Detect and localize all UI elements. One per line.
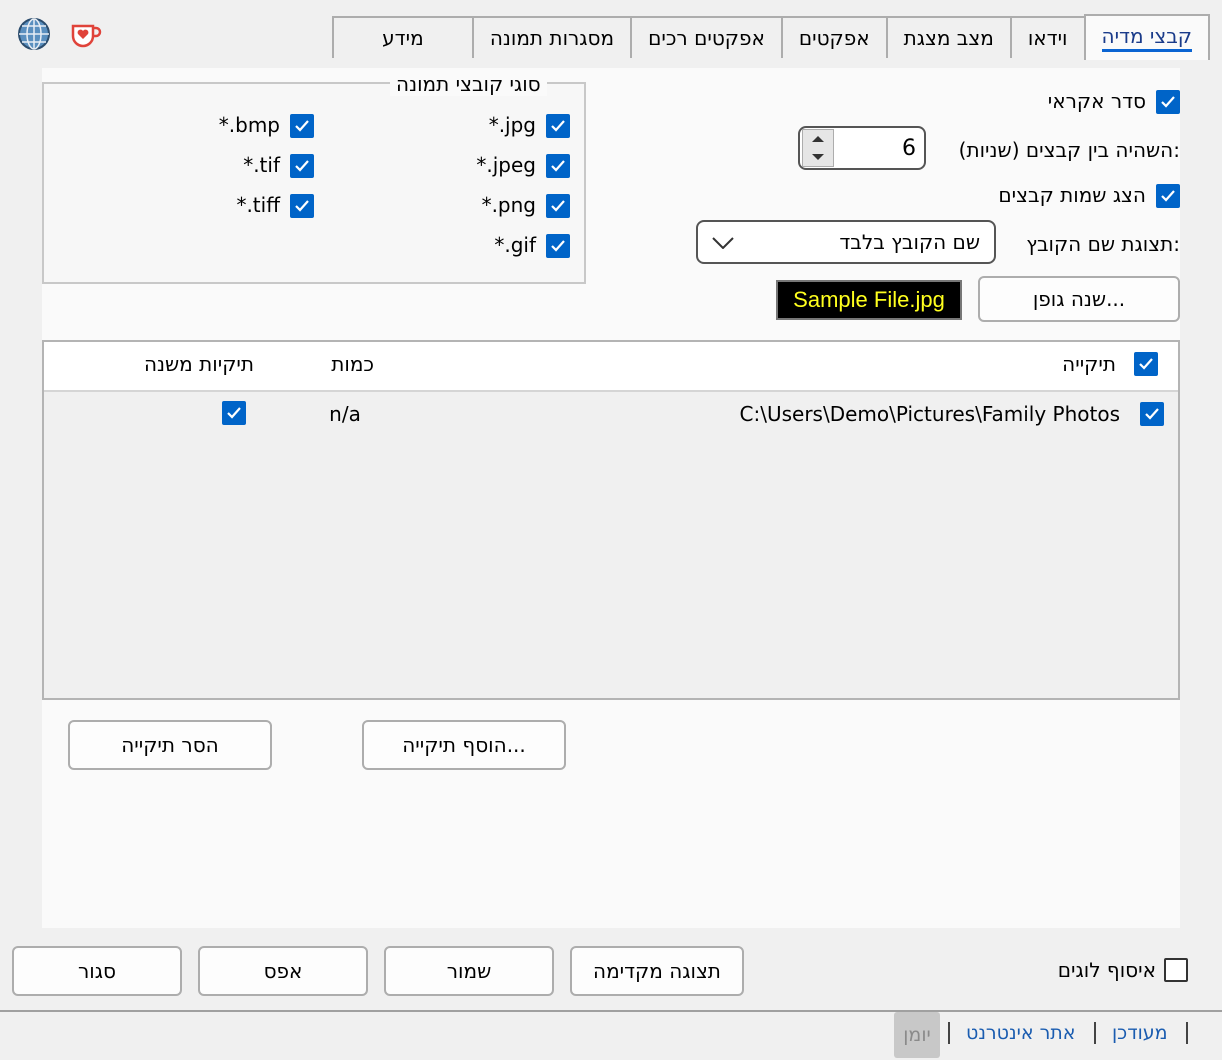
- footer-divider: [1094, 1022, 1096, 1044]
- tab-soft-effects[interactable]: אפקטים רכים: [630, 16, 783, 58]
- name-display-label: תצוגת שם הקובץ:: [1026, 232, 1180, 256]
- save-button[interactable]: שמור: [384, 946, 554, 996]
- folder-row-count: n/a: [329, 402, 361, 426]
- column-subfolders[interactable]: תיקיות משנה: [100, 352, 254, 376]
- type-gif-checkbox[interactable]: [546, 234, 570, 258]
- spin-up-icon[interactable]: [803, 130, 833, 148]
- footer-divider: [1186, 1022, 1188, 1044]
- file-types-title: סוגי קובצי תמונה: [390, 72, 547, 96]
- folder-row-checkbox[interactable]: [1140, 402, 1164, 426]
- name-display-value: שם הקובץ בלבד: [839, 230, 980, 254]
- tab-bar: קבצי מדיה וידאו מצב מצגת אפקטים אפקטים ר…: [332, 14, 1210, 60]
- spin-down-icon[interactable]: [803, 148, 833, 166]
- collect-logs-label: איסוף לוגים: [1057, 958, 1156, 982]
- type-tiff-label: *.tiff: [236, 193, 280, 217]
- remove-folder-button[interactable]: הסר תיקייה: [68, 720, 272, 770]
- type-jpeg-checkbox[interactable]: [546, 154, 570, 178]
- folder-list[interactable]: [42, 340, 1180, 700]
- random-order-label: סדר אקראי: [1047, 89, 1146, 113]
- tab-effects[interactable]: אפקטים: [780, 16, 888, 58]
- tab-label: קבצי מדיה: [1101, 24, 1192, 52]
- type-bmp-label: *.bmp: [218, 113, 280, 137]
- select-all-folders-checkbox[interactable]: [1134, 352, 1158, 376]
- folder-row-path[interactable]: C:\Users\Demo\Pictures\Family Photos: [700, 402, 1120, 426]
- column-count[interactable]: כמות: [300, 352, 374, 376]
- language-globe-icon[interactable]: [16, 16, 52, 52]
- type-jpg-checkbox[interactable]: [546, 114, 570, 138]
- donate-cup-icon[interactable]: [70, 20, 102, 50]
- type-png-label: *.png: [481, 193, 536, 217]
- change-font-button[interactable]: שנה גופן...: [978, 276, 1180, 322]
- type-tiff-checkbox[interactable]: [290, 194, 314, 218]
- website-link[interactable]: אתר אינטרנט: [966, 1022, 1075, 1044]
- delay-value[interactable]: 6: [834, 136, 924, 161]
- tab-info[interactable]: מידע: [332, 16, 474, 58]
- footer-separator: [0, 1010, 1222, 1012]
- font-sample: Sample File.jpg: [776, 280, 962, 320]
- type-png-checkbox[interactable]: [546, 194, 570, 218]
- show-names-label: הצג שמות קבצים: [998, 183, 1146, 207]
- name-display-select[interactable]: שם הקובץ בלבד: [696, 220, 996, 264]
- type-jpg-label: *.jpg: [488, 113, 536, 137]
- log-button[interactable]: יומן: [894, 1012, 940, 1058]
- tab-media-files[interactable]: קבצי מדיה: [1083, 14, 1210, 60]
- type-tif-checkbox[interactable]: [290, 154, 314, 178]
- delay-label: השהיה בין קבצים (שניות):: [958, 138, 1180, 162]
- type-jpeg-label: *.jpeg: [476, 153, 536, 177]
- column-folder[interactable]: תיקייה: [1000, 352, 1116, 376]
- tab-video[interactable]: וידאו: [1009, 16, 1086, 58]
- type-bmp-checkbox[interactable]: [290, 114, 314, 138]
- collect-logs-checkbox[interactable]: [1164, 958, 1188, 982]
- show-names-checkbox[interactable]: [1156, 184, 1180, 208]
- type-tif-label: *.tif: [243, 153, 280, 177]
- add-folder-button[interactable]: הוסף תיקייה...: [362, 720, 566, 770]
- preview-button[interactable]: תצוגה מקדימה: [570, 946, 744, 996]
- folder-row-subfolders-checkbox[interactable]: [222, 401, 246, 425]
- type-gif-label: *.gif: [494, 233, 536, 257]
- close-button[interactable]: סגור: [12, 946, 182, 996]
- tab-picture-frames[interactable]: מסגרות תמונה: [471, 16, 633, 58]
- chevron-down-icon: [712, 230, 734, 254]
- tab-slideshow-mode[interactable]: מצב מצגת: [885, 16, 1012, 58]
- reset-button[interactable]: אפס: [198, 946, 368, 996]
- delay-spinner[interactable]: 6: [798, 126, 926, 170]
- updated-link[interactable]: מעודכן: [1112, 1022, 1168, 1044]
- footer-divider: [948, 1022, 950, 1044]
- random-order-checkbox[interactable]: [1156, 90, 1180, 114]
